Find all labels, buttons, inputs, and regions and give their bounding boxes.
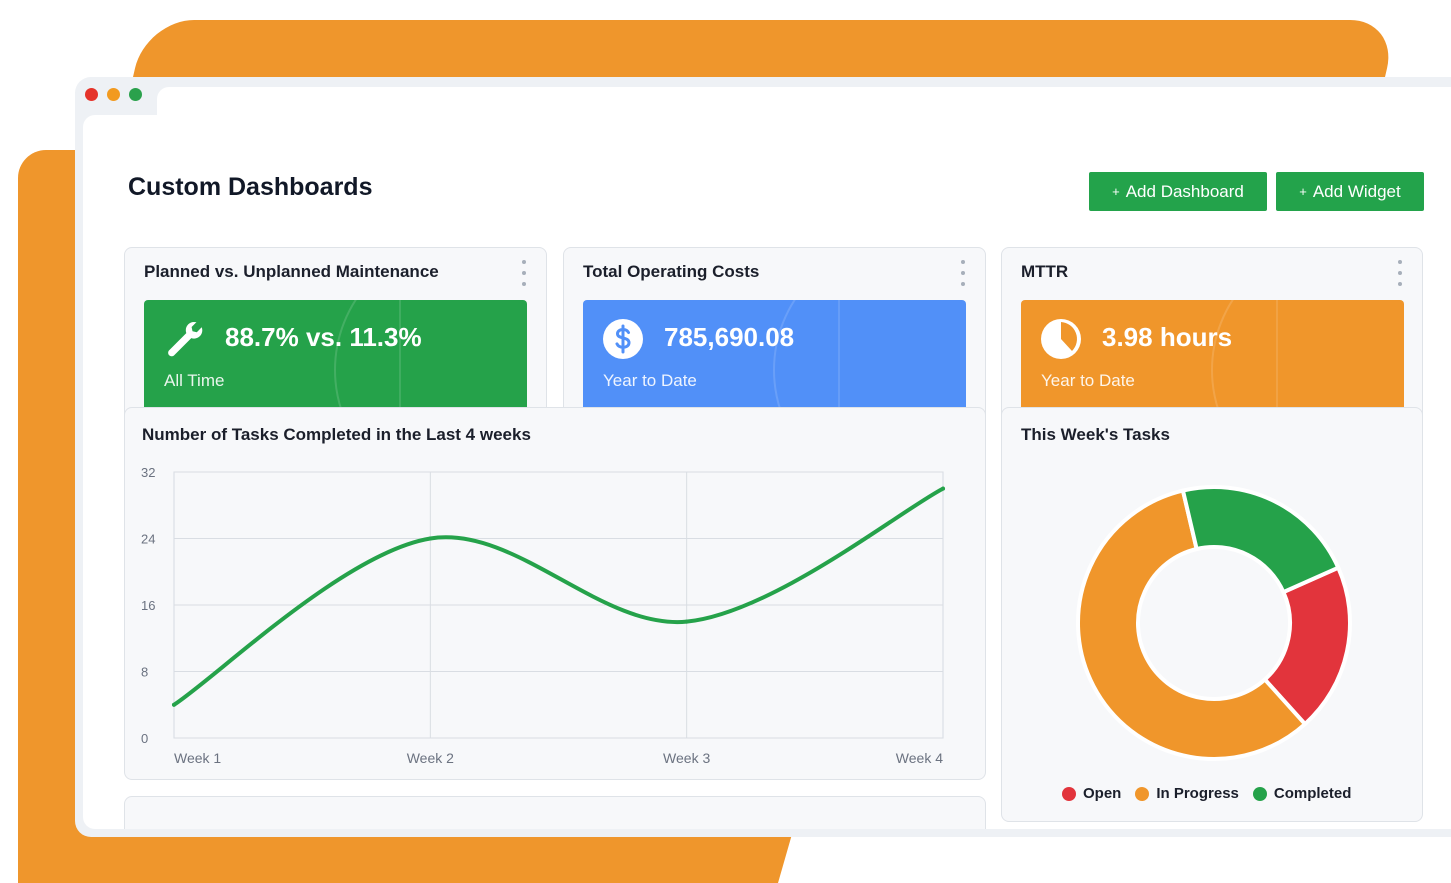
legend-swatch bbox=[1252, 786, 1267, 801]
y-tick-label: 24 bbox=[141, 532, 155, 547]
kpi-card-operating-costs: Total Operating Costs 785,690.08 Year to… bbox=[563, 247, 986, 430]
more-options-icon[interactable] bbox=[957, 260, 969, 286]
y-tick-label: 16 bbox=[141, 598, 155, 613]
plus-icon: + bbox=[1299, 184, 1307, 199]
x-tick-label: Week 3 bbox=[663, 750, 710, 766]
add-dashboard-label: Add Dashboard bbox=[1125, 181, 1244, 201]
y-tick-label: 0 bbox=[141, 731, 148, 746]
browser-tabbar bbox=[75, 77, 1451, 117]
legend-label: Completed bbox=[1273, 785, 1352, 802]
more-options-icon[interactable] bbox=[1394, 260, 1406, 286]
kpi-card-title: MTTR bbox=[1021, 262, 1069, 281]
kpi-card-mttr: MTTR 3.98 hours Year to Date bbox=[1001, 247, 1423, 430]
x-tick-label: Week 1 bbox=[174, 750, 221, 766]
kpi-tile-maintenance: 88.7% vs. 11.3% All Time bbox=[144, 300, 527, 411]
legend-label: Open bbox=[1083, 785, 1122, 802]
data-point[interactable] bbox=[684, 619, 689, 624]
active-tab bbox=[157, 87, 1451, 117]
kpi-value: 88.7% vs. 11.3% bbox=[225, 322, 422, 352]
kpi-period: Year to Date bbox=[603, 371, 697, 390]
kpi-tile-operating-costs: 785,690.08 Year to Date bbox=[583, 300, 966, 411]
dashboard-content: Custom Dashboards + Add Dashboard + Add … bbox=[83, 115, 1451, 829]
clock-icon bbox=[1041, 319, 1081, 359]
kpi-tile-mttr: 3.98 hours Year to Date bbox=[1021, 300, 1404, 411]
legend-item-in-progress[interactable]: In Progress bbox=[1135, 785, 1239, 802]
legend-swatch bbox=[1135, 786, 1150, 801]
data-point[interactable] bbox=[428, 536, 433, 541]
kpi-period: All Time bbox=[164, 371, 225, 390]
legend-item-completed[interactable]: Completed bbox=[1252, 785, 1352, 802]
kpi-value: 785,690.08 bbox=[664, 322, 795, 352]
tasks-donut-chart bbox=[1076, 485, 1352, 761]
additional-widget-card bbox=[124, 796, 986, 829]
add-widget-button[interactable]: + Add Widget bbox=[1276, 172, 1424, 211]
weekly-tasks-chart-card: This Week's Tasks Open In Progress Complet… bbox=[1001, 407, 1423, 822]
legend-label: In Progress bbox=[1156, 785, 1239, 802]
wrench-icon bbox=[168, 322, 203, 357]
donut-slice-completed[interactable] bbox=[1180, 485, 1341, 595]
window-maximize-dot[interactable] bbox=[129, 88, 142, 101]
browser-window: Custom Dashboards + Add Dashboard + Add … bbox=[75, 77, 1451, 837]
kpi-value: 3.98 hours bbox=[1102, 322, 1233, 352]
x-tick-label: Week 2 bbox=[407, 750, 454, 766]
tasks-line-chart: 0 8 16 24 32 Week 1 Week 2 Week 3 Week 4 bbox=[141, 465, 945, 766]
kpi-card-title: Total Operating Costs bbox=[583, 262, 760, 281]
window-minimize-dot[interactable] bbox=[107, 88, 120, 101]
y-tick-label: 32 bbox=[141, 465, 155, 480]
dollar-icon bbox=[603, 319, 643, 359]
more-options-icon[interactable] bbox=[518, 260, 530, 286]
x-tick-label: Week 4 bbox=[896, 750, 943, 766]
tasks-completed-chart-card: Number of Tasks Completed in the Last 4 … bbox=[124, 407, 986, 780]
series-line[interactable] bbox=[172, 486, 945, 707]
data-point[interactable] bbox=[172, 702, 176, 707]
window-close-dot[interactable] bbox=[85, 88, 98, 101]
plus-icon: + bbox=[1112, 184, 1120, 199]
page-title: Custom Dashboards bbox=[128, 173, 373, 201]
y-tick-label: 8 bbox=[141, 665, 148, 680]
donut-legend: Open In Progress Completed bbox=[1062, 785, 1351, 802]
data-point[interactable] bbox=[941, 486, 945, 491]
kpi-card-maintenance: Planned vs. Unplanned Maintenance 88.7% … bbox=[124, 247, 547, 430]
add-widget-label: Add Widget bbox=[1312, 181, 1401, 201]
kpi-period: Year to Date bbox=[1041, 371, 1135, 390]
legend-item-open[interactable]: Open bbox=[1062, 785, 1121, 802]
legend-swatch bbox=[1062, 786, 1076, 801]
kpi-card-title: Planned vs. Unplanned Maintenance bbox=[144, 262, 439, 281]
add-dashboard-button[interactable]: + Add Dashboard bbox=[1089, 172, 1267, 211]
